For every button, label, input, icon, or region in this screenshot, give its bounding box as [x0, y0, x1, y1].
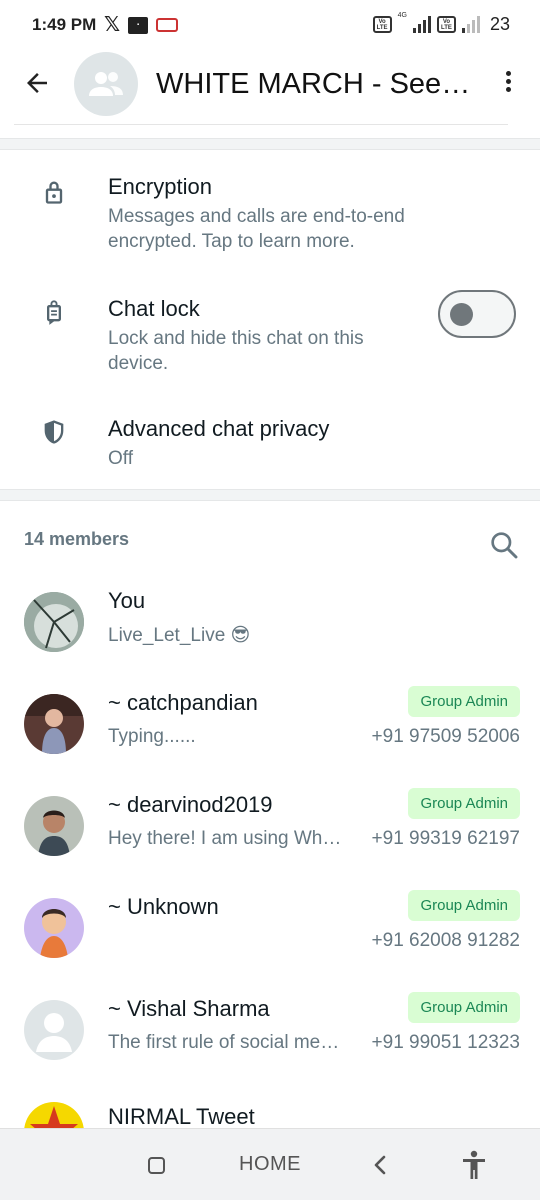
member-row[interactable]: ~ Unknown Group Admin +91 62008 91282 [0, 890, 540, 998]
shield-icon [44, 420, 64, 444]
avatar [24, 694, 84, 754]
arrow-back-icon[interactable] [22, 68, 52, 98]
chat-info-header: WHITE MARCH - Seedi… [0, 52, 540, 124]
member-about: The first rule of social media… [108, 1032, 346, 1053]
group-admin-badge: Group Admin [408, 890, 520, 921]
battery-level: 23 [489, 14, 510, 34]
recent-apps-icon[interactable] [148, 1157, 165, 1174]
member-name: ~ Vishal Sharma [108, 996, 270, 1021]
status-bar: 1:49 PM 𝕏 ▪ Vo LTE 4G Vo LTE 23 [0, 0, 540, 52]
bus-icon [156, 18, 179, 32]
x-icon: 𝕏 [104, 14, 121, 36]
encryption-label: Encryption [108, 174, 212, 199]
network-type-label: 4G [397, 12, 407, 19]
advanced-privacy-value: Off [108, 448, 133, 469]
avatar [24, 592, 84, 652]
member-row[interactable]: You Live_Let_Live 😎 [0, 588, 540, 692]
chevron-left-icon[interactable] [370, 1151, 390, 1179]
group-avatar[interactable] [74, 52, 138, 116]
home-button[interactable]: HOME [239, 1153, 301, 1176]
chat-lock-toggle[interactable] [438, 290, 516, 338]
member-row[interactable]: ~ Vishal Sharma The first rule of social… [0, 992, 540, 1100]
member-phone: +91 62008 91282 [371, 930, 520, 951]
member-row[interactable]: ~ dearvinod2019 Hey there! I am using Wh… [0, 788, 540, 896]
member-name: You [108, 588, 146, 613]
avatar [24, 898, 84, 958]
signal-icon-2 [461, 16, 480, 33]
system-nav-bar: HOME [0, 1128, 540, 1200]
group-title[interactable]: WHITE MARCH - Seedi… [156, 68, 484, 101]
section-divider [0, 489, 540, 501]
group-admin-badge: Group Admin [408, 686, 520, 717]
member-about: Typing...... [108, 726, 196, 747]
member-name: ~ dearvinod2019 [108, 792, 273, 817]
member-row[interactable]: ~ catchpandian Typing...... Group Admin … [0, 686, 540, 794]
advanced-privacy-row[interactable]: Advanced chat privacy Off [0, 402, 540, 482]
member-name: ~ Unknown [108, 894, 219, 919]
section-divider [0, 138, 540, 150]
encryption-desc: Messages and calls are end-to-end encryp… [108, 206, 405, 252]
more-vert-icon[interactable] [498, 68, 518, 100]
lock-icon [45, 181, 63, 204]
search-icon[interactable] [488, 529, 520, 561]
volte-icon: Vo LTE [372, 16, 392, 33]
group-admin-badge: Group Admin [408, 992, 520, 1023]
signal-icon [412, 16, 431, 33]
avatar [24, 1000, 84, 1060]
member-phone: +91 99051 12323 [371, 1032, 520, 1053]
member-about: Live_Let_Live 😎 [108, 625, 251, 646]
toggle-knob [450, 303, 473, 326]
member-name: NIRMAL Tweet [108, 1104, 255, 1128]
status-time: 1:49 PM [32, 15, 97, 34]
avatar [24, 796, 84, 856]
accessibility-icon[interactable] [460, 1149, 488, 1181]
chat-lock-icon [47, 300, 61, 325]
group-icon [89, 72, 123, 96]
chat-lock-label: Chat lock [108, 296, 200, 321]
member-phone: +91 97509 52006 [371, 726, 520, 747]
encryption-row[interactable]: Encryption Messages and calls are end-to… [0, 160, 540, 270]
paytm-icon: ▪ [128, 16, 149, 34]
member-about: Hey there! I am using WhatsApp. [108, 828, 346, 849]
divider [14, 124, 508, 125]
members-count: 14 members [24, 529, 130, 549]
member-name: ~ catchpandian [108, 690, 258, 715]
advanced-privacy-label: Advanced chat privacy [108, 416, 330, 441]
member-phone: +91 99319 62197 [371, 828, 520, 849]
volte-icon-2: Vo LTE [436, 16, 456, 33]
group-admin-badge: Group Admin [408, 788, 520, 819]
avatar [24, 1102, 84, 1128]
member-row[interactable]: NIRMAL Tweet [0, 1102, 540, 1128]
chat-lock-desc: Lock and hide this chat on this device. [108, 328, 364, 374]
